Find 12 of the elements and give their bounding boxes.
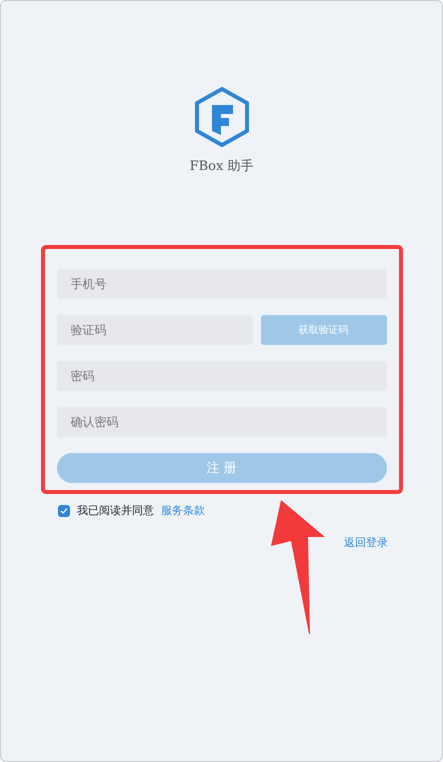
app-name: FBox 助手 <box>190 158 254 175</box>
terms-link[interactable]: 服务条款 <box>161 503 205 518</box>
back-to-login-link[interactable]: 返回登录 <box>344 535 388 550</box>
agreement-text: 我已阅读并同意 <box>77 503 154 518</box>
confirm-password-field[interactable]: 确认密码 <box>56 407 386 437</box>
register-button[interactable]: 注 册 <box>56 453 386 483</box>
get-code-button[interactable]: 获取验证码 <box>260 315 386 345</box>
agreement-checkbox[interactable] <box>58 504 70 516</box>
logo-icon <box>194 87 248 147</box>
password-field[interactable]: 密码 <box>56 361 386 391</box>
phone-field[interactable]: 手机号 <box>56 269 386 299</box>
code-field[interactable]: 验证码 <box>56 315 252 345</box>
